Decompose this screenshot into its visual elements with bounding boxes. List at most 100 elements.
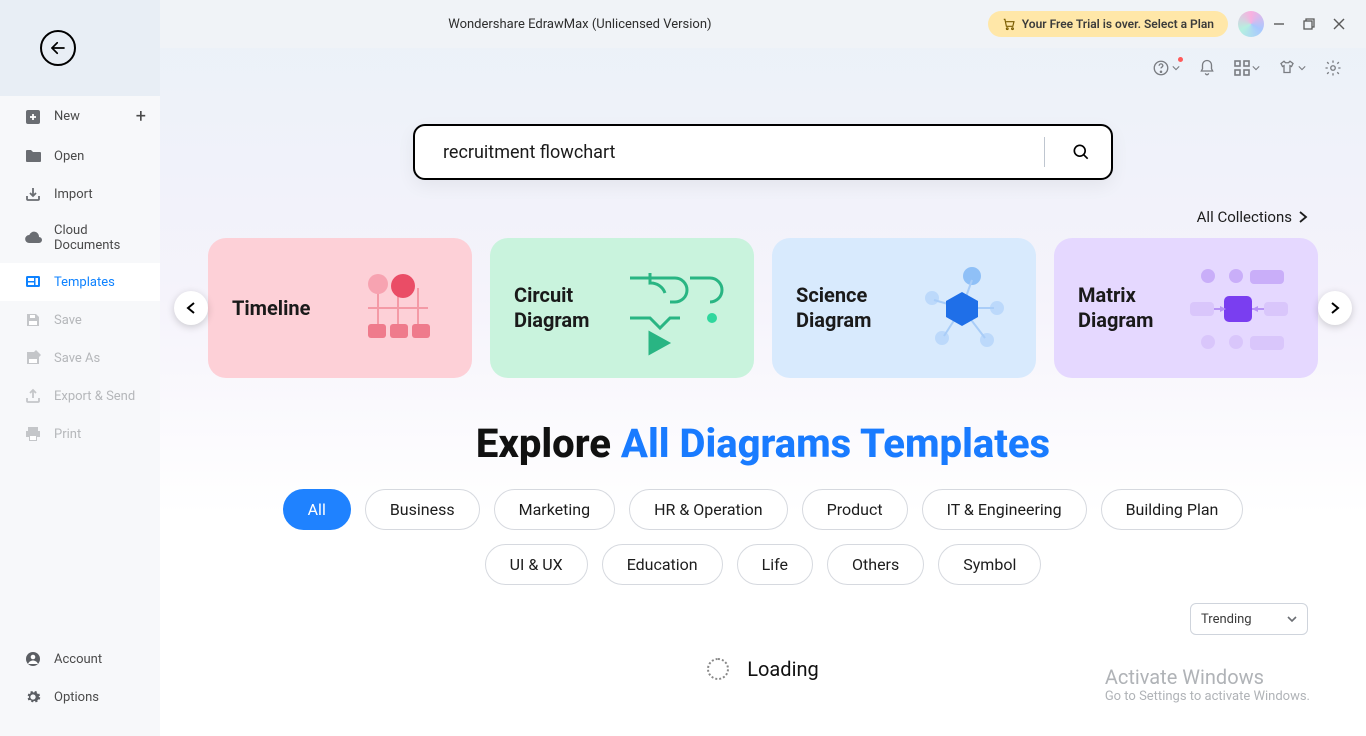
apps-button[interactable]	[1234, 60, 1260, 76]
category-card-timeline[interactable]: Timeline	[208, 238, 472, 378]
sidebar-item-label: Export & Send	[54, 389, 135, 404]
save-as-icon	[24, 349, 42, 367]
grid-icon	[1234, 60, 1250, 76]
heading-pre: Explore	[476, 420, 621, 467]
theme-button[interactable]	[1278, 59, 1306, 77]
trial-banner[interactable]: Your Free Trial is over. Select a Plan	[988, 11, 1228, 37]
sidebar-item-options[interactable]: Options	[0, 678, 160, 716]
carousel-prev-button[interactable]	[174, 291, 208, 325]
heading-accent: All Diagrams Templates	[621, 420, 1050, 467]
sidebar-item-label: Cloud Documents	[54, 223, 146, 253]
back-button[interactable]	[40, 30, 76, 66]
filter-education[interactable]: Education	[602, 544, 723, 585]
shirt-icon	[1278, 59, 1296, 77]
sidebar-item-label: Import	[54, 187, 93, 202]
chevron-down-icon	[1298, 64, 1306, 72]
search-box	[413, 124, 1113, 180]
import-icon	[24, 185, 42, 203]
watermark-line2: Go to Settings to activate Windows.	[1105, 689, 1310, 704]
back-area	[0, 0, 160, 96]
sidebar-item-label: Account	[54, 652, 102, 667]
filter-business[interactable]: Business	[365, 489, 480, 530]
search-input[interactable]	[443, 142, 1028, 163]
sidebar-item-label: Templates	[54, 275, 115, 290]
avatar[interactable]	[1238, 11, 1264, 37]
explore-heading: Explore All Diagrams Templates	[160, 420, 1366, 467]
filter-marketing[interactable]: Marketing	[494, 489, 615, 530]
sidebar-item-label: Save	[54, 313, 82, 328]
spinner-icon	[707, 658, 729, 680]
filter-it-engineering[interactable]: IT & Engineering	[922, 489, 1087, 530]
close-icon	[1333, 18, 1345, 30]
filter-hr-operation[interactable]: HR & Operation	[629, 489, 788, 530]
sidebar-item-save-as: Save As	[0, 339, 160, 377]
category-card-matrix-diagram[interactable]: MatrixDiagram	[1054, 238, 1318, 378]
settings-button[interactable]	[1324, 59, 1342, 77]
plus-icon: +	[136, 106, 146, 127]
sidebar-item-cloud-documents[interactable]: Cloud Documents	[0, 213, 160, 263]
filter-product[interactable]: Product	[802, 489, 908, 530]
chevron-right-icon	[1330, 302, 1340, 314]
app-title: Wondershare EdrawMax (Unlicensed Version…	[172, 17, 988, 32]
category-card-circuit-diagram[interactable]: CircuitDiagram	[490, 238, 754, 378]
filter-others[interactable]: Others	[827, 544, 924, 585]
card-title: MatrixDiagram	[1078, 283, 1153, 333]
all-collections-row: All Collections	[160, 180, 1366, 226]
card-illustration	[1184, 258, 1294, 358]
sidebar-item-import[interactable]: Import	[0, 175, 160, 213]
sidebar-item-export-send: Export & Send	[0, 377, 160, 415]
sidebar: New + Open Import Cloud Documents Templates Sa…	[0, 0, 160, 736]
all-collections-label: All Collections	[1197, 208, 1292, 226]
carousel-next-button[interactable]	[1318, 291, 1352, 325]
trial-text: Your Free Trial is over. Select a Plan	[1022, 17, 1214, 31]
plus-square-icon	[24, 108, 42, 126]
close-button[interactable]	[1324, 9, 1354, 39]
notification-dot	[1178, 57, 1183, 62]
minimize-icon	[1273, 18, 1285, 30]
maximize-button[interactable]	[1294, 9, 1324, 39]
card-illustration	[348, 258, 448, 358]
cloud-icon	[24, 229, 42, 247]
chevron-left-icon	[186, 302, 196, 314]
notifications-button[interactable]	[1198, 59, 1216, 77]
category-carousel: Timeline CircuitDiagram ScienceDiagram Matr…	[160, 238, 1366, 378]
sidebar-item-open[interactable]: Open	[0, 137, 160, 175]
help-icon	[1152, 59, 1170, 77]
sidebar-item-new[interactable]: New +	[0, 96, 160, 137]
titlebar: Wondershare EdrawMax (Unlicensed Version…	[160, 0, 1366, 48]
print-icon	[24, 425, 42, 443]
main-area: Wondershare EdrawMax (Unlicensed Version…	[160, 0, 1366, 736]
sort-value: Trending	[1201, 612, 1252, 627]
search-button[interactable]	[1061, 132, 1101, 172]
chevron-down-icon	[1252, 64, 1260, 72]
search-icon	[1071, 142, 1091, 162]
sort-select[interactable]: Trending	[1190, 603, 1308, 635]
sidebar-item-label: Open	[54, 149, 84, 164]
sidebar-list: New + Open Import Cloud Documents Templates Sa…	[0, 96, 160, 736]
sidebar-item-print: Print	[0, 415, 160, 453]
filter-building-plan[interactable]: Building Plan	[1101, 489, 1244, 530]
sidebar-item-label: New	[54, 109, 80, 124]
templates-icon	[24, 273, 42, 291]
arrow-left-icon	[49, 39, 67, 57]
minimize-button[interactable]	[1264, 9, 1294, 39]
all-collections-link[interactable]: All Collections	[1197, 208, 1308, 226]
export-icon	[24, 387, 42, 405]
card-title: Timeline	[232, 296, 310, 321]
filter-life[interactable]: Life	[737, 544, 813, 585]
filter-ui-ux[interactable]: UI & UX	[485, 544, 588, 585]
sidebar-item-templates[interactable]: Templates	[0, 263, 160, 301]
gear-icon	[1324, 59, 1342, 77]
category-card-science-diagram[interactable]: ScienceDiagram	[772, 238, 1036, 378]
gear-icon	[24, 688, 42, 706]
card-title: CircuitDiagram	[514, 283, 589, 333]
chevron-right-icon	[1298, 211, 1308, 223]
sidebar-item-account[interactable]: Account	[0, 640, 160, 678]
help-button[interactable]	[1152, 59, 1180, 77]
save-icon	[24, 311, 42, 329]
chevron-down-icon	[1287, 614, 1297, 624]
filter-all[interactable]: All	[283, 489, 351, 530]
search-row	[160, 124, 1366, 180]
filter-symbol[interactable]: Symbol	[938, 544, 1041, 585]
account-icon	[24, 650, 42, 668]
